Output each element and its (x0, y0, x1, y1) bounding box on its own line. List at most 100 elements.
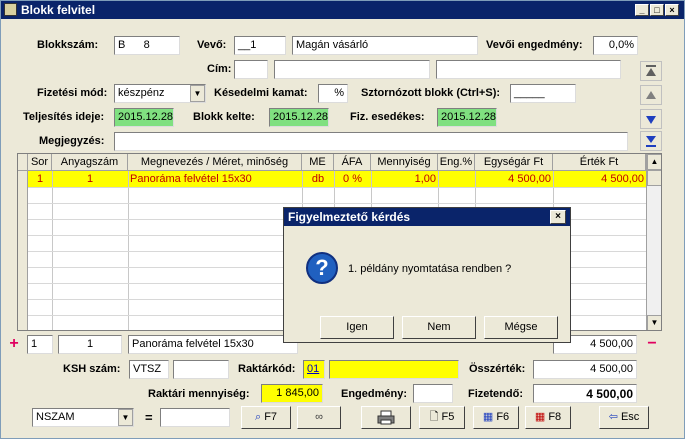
esc-label: Esc (620, 411, 640, 423)
minimize-button[interactable]: _ (635, 4, 649, 16)
sztornozott-field[interactable]: _____ (510, 84, 576, 103)
kesedelmi-kamat-field[interactable]: % (318, 84, 348, 103)
dialog-close-button[interactable]: × (550, 210, 566, 224)
yes-button[interactable]: Igen (320, 316, 394, 339)
teljesites-field[interactable]: 2015.12.28 (114, 108, 174, 127)
search-field-value: NSZAM (36, 411, 75, 423)
window-title: Blokk felvitel (21, 3, 96, 17)
dialog-message: 1. példány nyomtatása rendben ? (348, 263, 512, 275)
up-arrow-icon (646, 91, 656, 99)
raktar-name-field[interactable] (329, 360, 459, 379)
blokk-kelte-label: Blokk kelte: (193, 111, 255, 123)
delete-row-icon[interactable]: − (644, 336, 660, 354)
scroll-down-icon[interactable]: ▼ (647, 315, 661, 330)
cim-label: Cím: (207, 63, 232, 75)
chevron-down-icon[interactable]: ▼ (118, 409, 133, 426)
edit-megnevezes-field[interactable]: Panoráma felvétel 15x30 (128, 335, 298, 354)
blokk-kelte-field[interactable]: 2015.12.28 (269, 108, 329, 127)
vevo-label: Vevő: (197, 39, 227, 51)
megjegyzes-field[interactable] (114, 132, 628, 151)
osszertek-label: Összérték: (469, 363, 526, 375)
col-afa[interactable]: ÁFA (334, 154, 371, 171)
next-record-button[interactable] (640, 109, 662, 129)
vevoi-engedmeny-field[interactable]: 0,0% (593, 36, 638, 55)
search-f7-button[interactable]: ⌕ F7 (241, 406, 291, 429)
delete-grid-icon: ▦ (534, 411, 546, 423)
scroll-thumb[interactable] (647, 170, 661, 186)
title-bar[interactable]: Blokk felvitel _ □ × (1, 1, 684, 19)
cancel-button[interactable]: Mégse (484, 316, 558, 339)
grid-line (28, 187, 646, 188)
col-sor[interactable]: Sor (28, 154, 52, 171)
cim-zip-field[interactable] (234, 60, 268, 79)
f6-label: F6 (496, 411, 510, 423)
f5-label: F5 (441, 411, 455, 423)
sztornozott-label: Sztornózott blokk (Ctrl+S): (361, 87, 501, 99)
maximize-button[interactable]: □ (650, 4, 664, 16)
vevo-code-field[interactable]: __1 (234, 36, 286, 55)
vertical-scrollbar[interactable]: ▲ ▼ (646, 154, 661, 330)
new-f5-button[interactable]: 🗋 F5 (419, 406, 465, 429)
edit-sor-field[interactable]: 1 (27, 335, 53, 354)
col-anyagszam[interactable]: Anyagszám (52, 154, 128, 171)
col-mennyiseg[interactable]: Mennyiség (371, 154, 438, 171)
fiz-esedekes-field[interactable]: 2015.12.28 (437, 108, 497, 127)
edit-grid-icon: ▦ (482, 411, 494, 423)
fizetendo-field: 4 500,00 (533, 384, 637, 403)
fizetesi-mod-label: Fizetési mód: (37, 87, 108, 99)
ksh-field[interactable]: VTSZ (129, 360, 169, 379)
vevo-name-field[interactable]: Magán vásárló (292, 36, 478, 55)
delete-f8-button[interactable]: ▦ F8 (525, 406, 571, 429)
cell-egysegar: 4 500,00 (508, 173, 551, 185)
cell-mennyiseg: 1,00 (414, 173, 436, 185)
megjegyzes-label: Megjegyzés: (39, 135, 105, 147)
last-record-button[interactable] (640, 131, 662, 151)
col-megnevezes[interactable]: Megnevezés / Méret, minőség (128, 154, 302, 171)
previous-record-button[interactable] (640, 85, 662, 105)
cell-megnevezes: Panoráma felvétel 15x30 (130, 173, 252, 185)
raktarkod-field[interactable]: 01 (303, 360, 325, 379)
blokk-felvitel-window: Blokk felvitel _ □ × Blokkszám: B 8 Vevő… (0, 0, 685, 439)
fiz-esedekes-label: Fiz. esedékes: (350, 111, 425, 123)
grid-line (28, 203, 646, 204)
fizetesi-mod-value: készpénz (118, 87, 165, 99)
engedmeny-label: Engedmény: (341, 388, 408, 400)
col-ertek[interactable]: Érték Ft (553, 154, 646, 171)
col-me[interactable]: ME (302, 154, 334, 171)
col-eng[interactable]: Eng.% (438, 154, 475, 171)
blokkszam-field[interactable]: B 8 (114, 36, 180, 55)
kesedelmi-kamat-label: Késedelmi kamat: (214, 87, 308, 99)
cim-street-field[interactable] (436, 60, 621, 79)
add-row-icon[interactable]: + (6, 336, 22, 354)
last-arrow-icon (646, 136, 656, 147)
search-value-field[interactable] (160, 408, 230, 427)
exit-esc-button[interactable]: ⇦ Esc (599, 406, 649, 429)
first-record-button[interactable] (640, 61, 662, 81)
engedmeny-field[interactable] (413, 384, 453, 403)
ksh-number-field[interactable] (173, 360, 229, 379)
find-button[interactable]: ∞ (297, 406, 341, 429)
blokkszam-label: Blokkszám: (37, 39, 99, 51)
cim-city-field[interactable] (274, 60, 430, 79)
dialog-title-bar[interactable]: Figyelmeztető kérdés (284, 208, 570, 226)
scroll-up-icon[interactable]: ▲ (647, 154, 661, 170)
raktari-mennyiseg-field: 1 845,00 (261, 384, 323, 403)
osszertek-field: 4 500,00 (533, 360, 637, 379)
col-egysegar[interactable]: Egységár Ft (475, 154, 553, 171)
binoculars-icon: ⌕ (254, 411, 262, 423)
chevron-down-icon[interactable]: ▼ (190, 85, 205, 102)
cell-eng (438, 171, 475, 187)
print-button[interactable] (361, 406, 411, 429)
edit-anyagszam-field[interactable]: 1 (58, 335, 122, 354)
raktari-mennyiseg-label: Raktári mennyiség: (148, 388, 250, 400)
row-selector-column (18, 171, 28, 330)
printer-icon (377, 410, 395, 425)
cell-me: db (311, 173, 325, 185)
no-button[interactable]: Nem (402, 316, 476, 339)
cell-ertek: 4 500,00 (601, 173, 644, 185)
question-icon: ? (306, 252, 338, 284)
fizetendo-label: Fizetendő: (468, 388, 523, 400)
dialog-title: Figyelmeztető kérdés (288, 210, 411, 224)
edit-f6-button[interactable]: ▦ F6 (473, 406, 519, 429)
close-button[interactable]: × (665, 4, 679, 16)
